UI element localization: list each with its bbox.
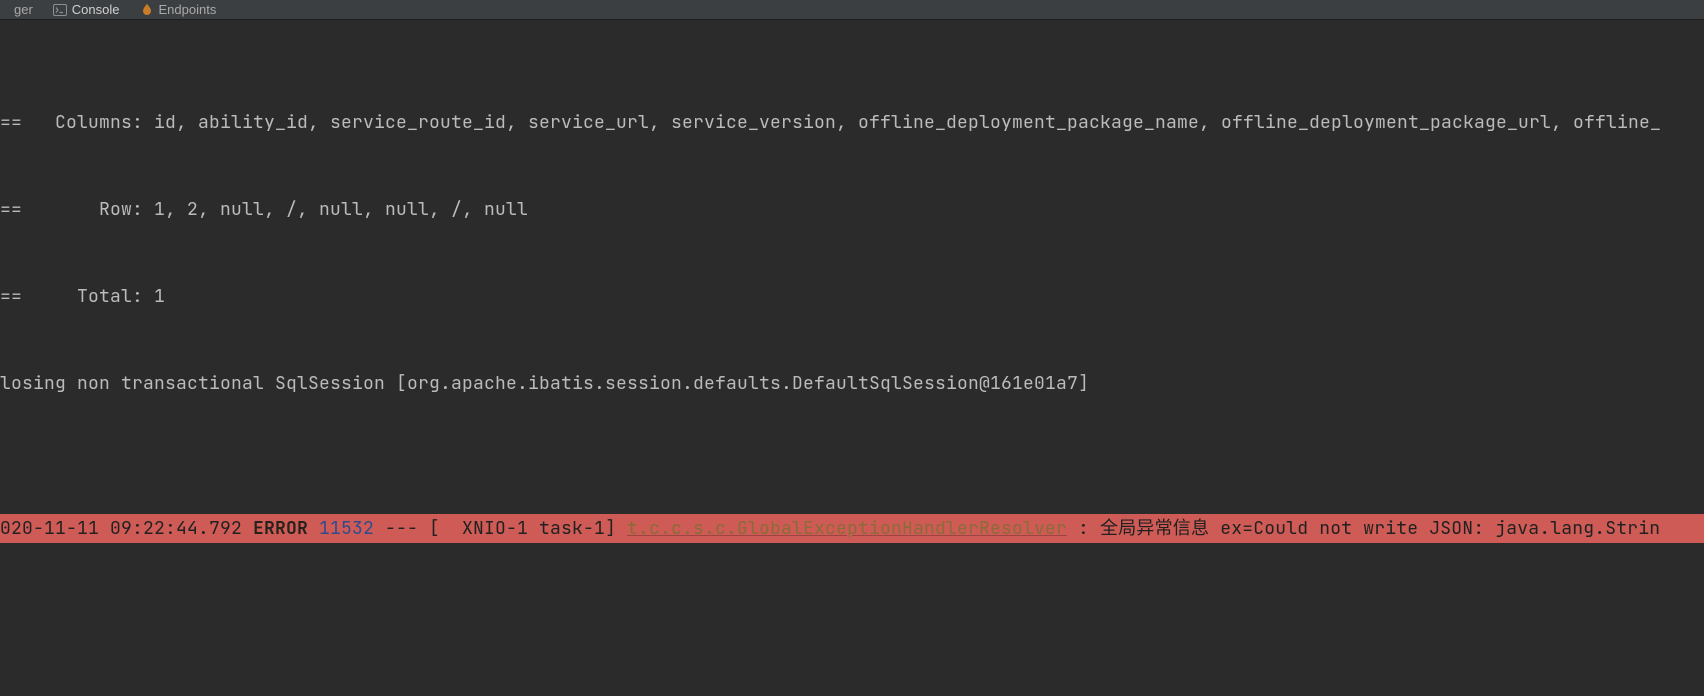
error-pid: 11532 [319,517,374,540]
endpoints-icon [140,3,154,17]
error-logger[interactable]: t.c.c.s.c.GlobalExceptionHandlerResolver [627,517,1067,540]
console-output[interactable]: == Columns: id, ability_id, service_rout… [0,20,1704,696]
tool-tab-label: Console [72,2,120,17]
blank-line [0,630,1704,659]
tool-tab-console[interactable]: Console [43,0,130,19]
log-line: == Total: 1 [0,282,165,311]
log-line: losing non transactional SqlSession [org… [0,369,1089,398]
error-timestamp: 020-11-11 09:22:44.792 [0,517,242,540]
error-level: ERROR [253,517,308,540]
console-icon [53,4,67,16]
log-line: == Columns: id, ability_id, service_rout… [0,108,1661,137]
error-colon: : [1067,517,1100,540]
error-banner: 020-11-11 09:22:44.792 ERROR 11532 --- [… [0,514,1704,543]
tool-tab-label: Endpoints [159,2,217,17]
tool-tab-debugger[interactable]: ger [4,0,43,19]
error-message: 全局异常信息 ex=Could not write JSON: java.lan… [1100,517,1660,540]
tool-tab-endpoints[interactable]: Endpoints [130,0,227,19]
error-sep: --- [ XNIO-1 task-1] [374,517,627,540]
tool-window-tabs: ger Console Endpoints [0,0,1704,20]
log-line: == Row: 1, 2, null, /, null, null, /, nu… [0,195,528,224]
tool-tab-label: ger [14,2,33,17]
